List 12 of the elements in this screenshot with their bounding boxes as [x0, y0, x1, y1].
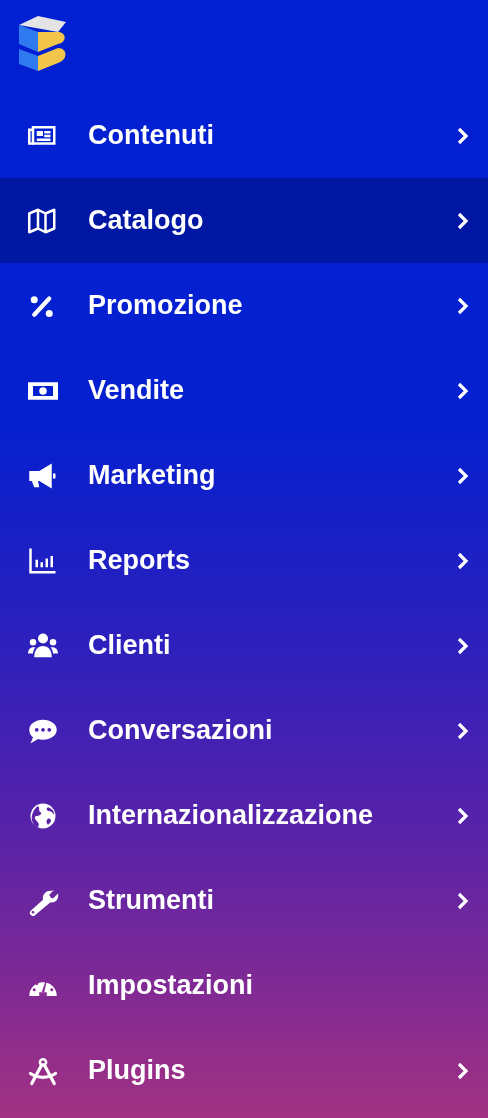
sidebar-item[interactable]: Impostazioni	[0, 943, 488, 1028]
sidebar-item[interactable]: Internazionalizzazione	[0, 773, 488, 858]
sidebar-item[interactable]: Marketing	[0, 433, 488, 518]
sidebar-item[interactable]: Reports	[0, 518, 488, 603]
sidebar-item[interactable]: Vendite	[0, 348, 488, 433]
sidebar-item[interactable]: Clienti	[0, 603, 488, 688]
sidebar-item[interactable]: Strumenti	[0, 858, 488, 943]
sidebar-item[interactable]: Catalogo	[0, 178, 488, 263]
sidebar-item[interactable]: Conversazioni	[0, 688, 488, 773]
sidebar-item[interactable]: Contenuti	[0, 93, 488, 178]
sidebar-item[interactable]: Plugins	[0, 1028, 488, 1113]
sidebar-item[interactable]: Promozione	[0, 263, 488, 348]
